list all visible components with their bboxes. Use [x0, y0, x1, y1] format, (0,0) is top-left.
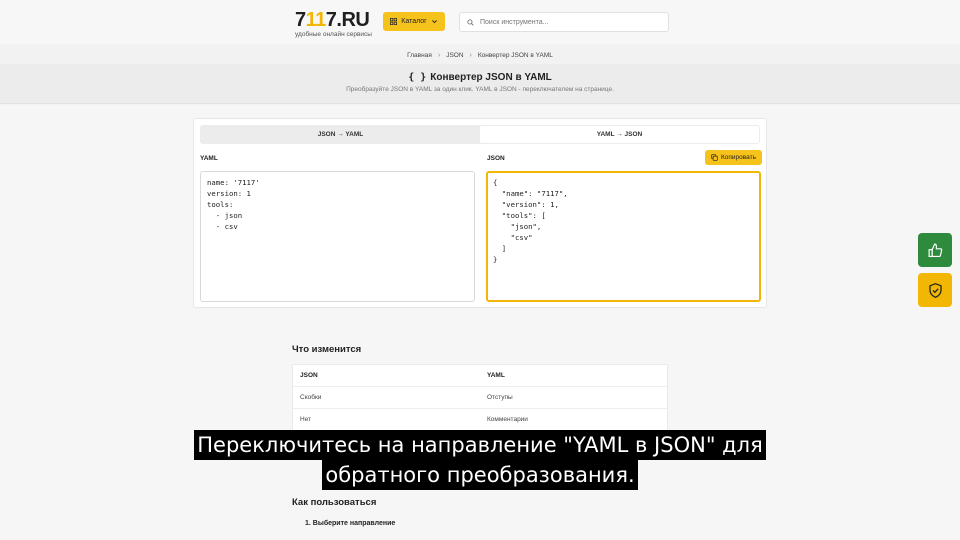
copy-label: Копировать	[721, 154, 756, 161]
breadcrumb: Главная › JSON › Конвертер JSON в YAML	[0, 52, 960, 59]
search-icon	[467, 18, 474, 26]
yaml-input-editor[interactable]: name: '7117' version: 1 tools: - json - …	[200, 171, 475, 302]
catalog-label: Каталог	[401, 18, 427, 25]
changes-table: JSON YAML Скобки Отступы Нет Комментарии	[292, 364, 668, 432]
direction-tabs: JSON → YAML YAML → JSON	[200, 125, 760, 144]
tab-json-to-yaml[interactable]: JSON → YAML	[201, 126, 480, 143]
breadcrumb-json[interactable]: JSON	[446, 52, 463, 59]
converter-card: JSON → YAML YAML → JSON YAML JSON Копиро…	[193, 118, 767, 308]
shield-check-icon	[928, 282, 942, 298]
search-input[interactable]	[480, 18, 660, 26]
howto-title: Как пользоваться	[292, 497, 377, 508]
changes-title: Что изменится	[292, 344, 362, 355]
breadcrumb-home[interactable]: Главная	[407, 52, 432, 59]
title-band: { } Конвертер JSON в YAML Преобразуйте JS…	[0, 64, 960, 104]
page-subtitle: Преобразуйте JSON в YAML за один клик. Y…	[346, 86, 614, 93]
logo-text: 7117.RU	[295, 9, 370, 31]
table-header-cell: YAML	[487, 372, 505, 379]
tab-yaml-to-json[interactable]: YAML → JSON	[480, 126, 759, 143]
table-row: Скобки Отступы	[293, 387, 667, 409]
like-button[interactable]	[918, 233, 952, 267]
search-box[interactable]	[459, 12, 669, 32]
input-label: YAML	[200, 155, 218, 162]
breadcrumb-current: Конвертер JSON в YAML	[477, 52, 553, 59]
table-cell: Скобки	[300, 394, 322, 401]
braces-icon: { }	[408, 72, 427, 83]
copy-button[interactable]: Копировать	[705, 150, 762, 165]
table-cell: Отступы	[487, 394, 513, 401]
thumbs-up-icon	[928, 243, 942, 257]
chevron-right-icon: ›	[469, 52, 472, 59]
shield-button[interactable]	[918, 273, 952, 307]
catalog-grid-icon	[390, 18, 398, 25]
caption-line-2: обратного преобразования.	[322, 460, 638, 490]
copy-icon	[711, 154, 718, 161]
table-header-row: JSON YAML	[293, 365, 667, 387]
table-cell: Нет	[300, 416, 312, 423]
page-title: { } Конвертер JSON в YAML	[408, 72, 552, 83]
table-cell: Комментарии	[487, 416, 528, 423]
json-output-editor[interactable]: { "name": "7117", "version": 1, "tools":…	[486, 171, 761, 302]
video-caption: Переключитесь на направление "YAML в JSO…	[0, 430, 960, 490]
table-header-cell: JSON	[300, 372, 318, 379]
logo-tagline: удобные онлайн сервисы	[295, 31, 372, 38]
caption-line-1: Переключитесь на направление "YAML в JSO…	[194, 430, 766, 460]
table-row: Нет Комментарии	[293, 409, 667, 431]
site-logo[interactable]: 7117.RU удобные онлайн сервисы	[295, 10, 372, 39]
howto-step: 1. Выберите направление	[305, 520, 396, 527]
site-header: 7117.RU удобные онлайн сервисы Каталог	[0, 0, 960, 44]
catalog-button[interactable]: Каталог	[383, 12, 445, 31]
chevron-down-icon	[431, 20, 437, 24]
chevron-right-icon: ›	[437, 52, 441, 59]
output-label: JSON	[487, 155, 505, 162]
